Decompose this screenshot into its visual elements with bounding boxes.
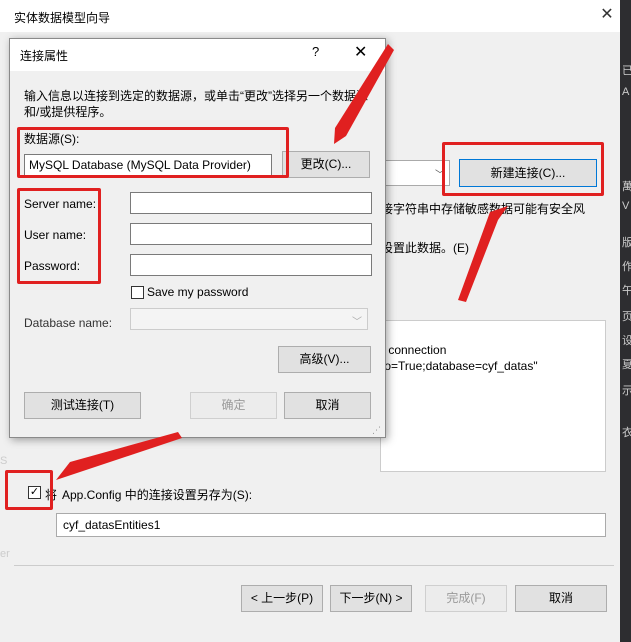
password-input[interactable] <box>130 254 372 276</box>
strip-char: 午 <box>622 285 631 297</box>
settings-hint: 设置此数据。(E) <box>381 241 469 255</box>
help-icon[interactable]: ? <box>312 44 319 59</box>
annotation-box-new-connection <box>442 142 604 196</box>
divider <box>14 565 614 566</box>
server-name-input[interactable] <box>130 192 372 214</box>
strip-char: V <box>622 200 630 212</box>
strip-char: 示 <box>622 385 631 397</box>
close-icon[interactable]: ✕ <box>354 42 367 62</box>
database-name-label: Database name: <box>24 316 113 330</box>
previous-button[interactable]: < 上一步(P) <box>241 585 323 612</box>
intro-text-line-1: 输入信息以连接到选定的数据源，或单击“更改”选择另一个数据源 <box>24 89 368 103</box>
connection-select[interactable]: ﹀ <box>380 160 450 186</box>
save-password-checkbox[interactable] <box>131 286 144 299</box>
database-name-select[interactable]: ﹀ <box>130 308 368 330</box>
change-datasource-button[interactable]: 更改(C)... <box>282 151 370 178</box>
strip-char: A <box>622 86 630 98</box>
strip-char: S <box>0 455 8 467</box>
wizard-close-icon[interactable]: ✕ <box>596 4 618 26</box>
entities-name-input[interactable]: cyf_datasEntities1 <box>56 513 606 537</box>
annotation-box-datasource <box>17 127 289 178</box>
dialog-cancel-button[interactable]: 取消 <box>284 392 371 419</box>
connection-string-box: r connection fo=True;database=cyf_datas" <box>380 320 606 472</box>
connection-string-line-2: fo=True;database=cyf_datas" <box>381 359 538 373</box>
chevron-down-icon: ﹀ <box>352 317 362 328</box>
strip-char: 已 <box>622 65 631 77</box>
resize-grip-icon[interactable]: ⋰ <box>372 425 381 436</box>
wizard-cancel-button[interactable]: 取消 <box>515 585 607 612</box>
wizard-titlebar: 实体数据模型向导 ✕ <box>0 0 620 32</box>
connection-string-line-1: r connection <box>381 343 447 357</box>
annotation-box-fields <box>17 188 101 284</box>
strip-char: 夏 <box>622 359 631 371</box>
strip-char: 页 <box>622 311 631 323</box>
annotation-box-checkbox <box>5 470 53 510</box>
strip-char: 衣 <box>622 427 631 439</box>
next-button[interactable]: 下一步(N) > <box>330 585 412 612</box>
finish-button[interactable]: 完成(F) <box>425 585 507 612</box>
strip-char: 作 <box>622 261 631 273</box>
wizard-title: 实体数据模型向导 <box>14 11 111 25</box>
strip-char: 萬 <box>622 181 631 193</box>
sensitive-data-warning: 接字符串中存储敏感数据可能有安全风 <box>381 202 586 216</box>
save-connection-label: App.Config 中的连接设置另存为(S): <box>62 488 253 502</box>
strip-char: er <box>0 548 10 560</box>
strip-char: 版 <box>622 237 631 249</box>
strip-char: 设 <box>622 335 631 347</box>
ok-button[interactable]: 确定 <box>190 392 277 419</box>
test-connection-button[interactable]: 测试连接(T) <box>24 392 141 419</box>
dialog-title: 连接属性 <box>20 49 69 63</box>
user-name-input[interactable] <box>130 223 372 245</box>
save-password-label: Save my password <box>147 285 249 299</box>
advanced-button[interactable]: 高级(V)... <box>278 346 371 373</box>
intro-text-line-2: 和/或提供程序。 <box>24 105 112 119</box>
